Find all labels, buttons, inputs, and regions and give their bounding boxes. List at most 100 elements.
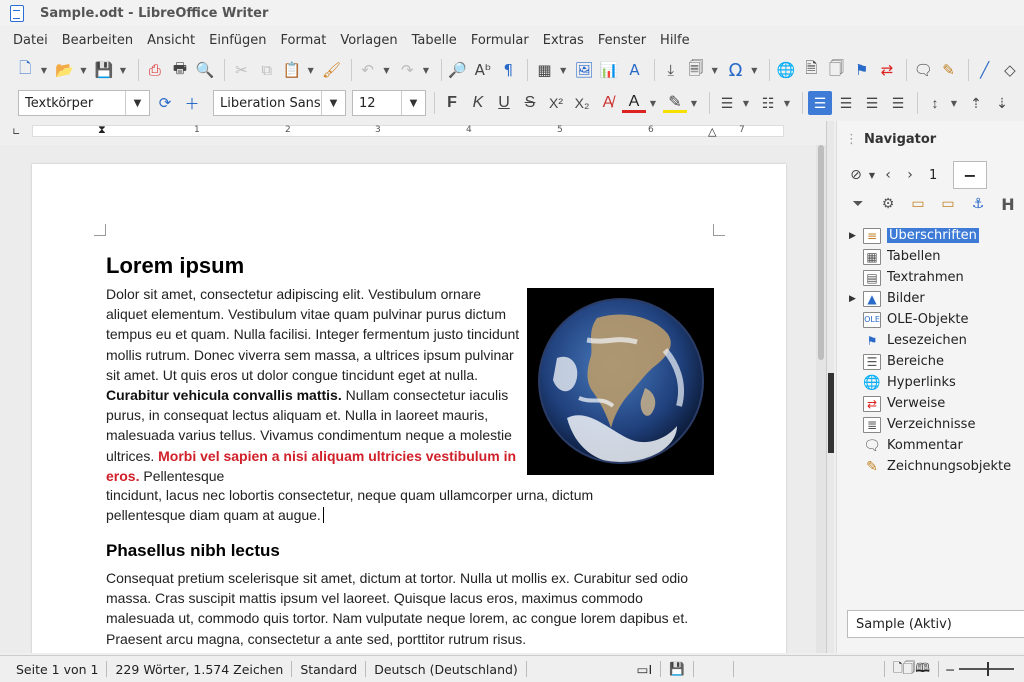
align-left-icon[interactable]: ☰ [808, 91, 832, 115]
tree-item-hyperlinks[interactable]: 🌐 Hyperlinks [849, 372, 1024, 393]
menu-bearbeiten[interactable]: Bearbeiten [55, 33, 140, 48]
previous-icon[interactable]: ‹ [877, 164, 899, 186]
copy-icon[interactable]: ⧉ [256, 58, 278, 82]
tab-stop-icon[interactable]: ∟ [12, 127, 20, 138]
document-select[interactable]: Sample (Aktiv) [847, 610, 1024, 638]
numbered-list-icon[interactable]: ☷ [756, 91, 780, 115]
insert-table-icon[interactable]: ▦ [533, 58, 555, 82]
redo-dropdown-icon[interactable]: ▼ [421, 58, 430, 82]
track-changes-icon[interactable]: ✎ [937, 58, 959, 82]
new-document-icon[interactable]: 🗋 [14, 58, 36, 82]
insert-image-icon[interactable]: 🖼 [573, 58, 595, 82]
paragraph-style-combo[interactable]: Textkörper ▼ [18, 90, 150, 116]
update-style-icon[interactable]: ⟳ [153, 91, 177, 115]
bold-icon[interactable]: F [440, 91, 464, 115]
heading-phasellus[interactable]: Phasellus nibh lectus [106, 541, 280, 561]
language[interactable]: Deutsch (Deutschland) [366, 661, 527, 677]
horizontal-ruler[interactable]: ∟ ⧗ △ 1 2 3 4 5 6 7 [0, 121, 826, 143]
cross-reference-icon[interactable]: ⇄ [876, 58, 898, 82]
open-dropdown-icon[interactable]: ▼ [79, 58, 88, 82]
insert-textbox-icon[interactable]: A [623, 58, 645, 82]
chevron-down-icon[interactable]: ▼ [125, 91, 149, 115]
clone-formatting-icon[interactable]: 🖌 [320, 58, 342, 82]
menu-datei[interactable]: Datei [6, 33, 55, 48]
page-count[interactable]: Seite 1 von 1 [0, 661, 108, 677]
tree-item-headings[interactable]: ▶ ≡ Überschriften [849, 225, 1024, 246]
numbering-dropdown-icon[interactable]: ▼ [782, 91, 792, 115]
justify-icon[interactable]: ☰ [886, 91, 910, 115]
hyperlink-icon[interactable]: 🌐 [775, 58, 797, 82]
tree-item-images[interactable]: ▶ ▲ Bilder [849, 288, 1024, 309]
line-spacing-icon[interactable]: ↕ [923, 91, 947, 115]
drag-handle-icon[interactable]: ⋮ [845, 132, 858, 147]
body-paragraph-1[interactable]: Dolor sit amet, consectetur adipiscing e… [106, 284, 526, 486]
menu-hilfe[interactable]: Hilfe [653, 33, 697, 48]
tree-item-ole[interactable]: OLE OLE-Objekte [849, 309, 1024, 330]
save-dropdown-icon[interactable]: ▼ [118, 58, 127, 82]
tree-item-bookmarks[interactable]: ⚑ Lesezeichen [849, 330, 1024, 351]
menu-extras[interactable]: Extras [536, 33, 591, 48]
decrease-spacing-icon[interactable]: ⇣ [990, 91, 1014, 115]
print-icon[interactable]: 🖶 [169, 58, 191, 82]
find-replace-icon[interactable]: 🔎 [447, 58, 469, 82]
earth-image[interactable] [527, 288, 714, 475]
export-pdf-icon[interactable]: ⎙ [144, 58, 166, 82]
heading-lorem-ipsum[interactable]: Lorem ipsum [106, 253, 244, 279]
zoom-track[interactable] [959, 662, 1014, 676]
page-style[interactable]: Standard [292, 661, 367, 677]
tree-item-comments[interactable]: 🗨 Kommentar [849, 435, 1024, 456]
tree-item-frames[interactable]: ▤ Textrahmen [849, 267, 1024, 288]
page-break-icon[interactable]: ⤓ [660, 58, 682, 82]
body-paragraph-1-continued[interactable]: tincidunt, lacus nec lobortis consectetu… [106, 485, 676, 525]
word-count[interactable]: 229 Wörter, 1.574 Zeichen [107, 661, 293, 677]
digital-signature-cell[interactable] [694, 661, 734, 677]
document-scrollbar[interactable] [816, 145, 826, 653]
menu-vorlagen[interactable]: Vorlagen [333, 33, 404, 48]
print-preview-icon[interactable]: 🔍 [194, 58, 216, 82]
filter-icon[interactable]: ⏷ [845, 192, 871, 216]
menu-einfuegen[interactable]: Einfügen [202, 33, 273, 48]
tree-item-drawings[interactable]: ✎ Zeichnungsobjekte [849, 456, 1024, 477]
menu-tabelle[interactable]: Tabelle [405, 33, 464, 48]
document-modified-icon[interactable]: 💾 [661, 661, 694, 677]
subscript-icon[interactable]: X₂ [570, 91, 594, 115]
tree-item-references[interactable]: ⇄ Verweise [849, 393, 1024, 414]
insert-line-icon[interactable]: ╱ [974, 58, 996, 82]
font-size-combo[interactable]: 12 ▼ [352, 90, 426, 116]
special-char-dropdown-icon[interactable]: ▼ [750, 58, 759, 82]
bullet-list-icon[interactable]: ☰ [715, 91, 739, 115]
next-icon[interactable]: › [899, 164, 921, 186]
document-page[interactable]: Lorem ipsum Dolor sit amet, consectetur … [32, 164, 786, 653]
spelling-icon[interactable]: Aᵇ [472, 58, 494, 82]
indent-marker-icon[interactable]: ⧗ [98, 123, 106, 137]
basic-shapes-icon[interactable]: ◇ [999, 58, 1021, 82]
endnote-icon[interactable]: 🗍 [825, 58, 847, 82]
undo-icon[interactable]: ↶ [357, 58, 379, 82]
field-dropdown-icon[interactable]: ▼ [710, 58, 719, 82]
strikethrough-icon[interactable]: S [518, 91, 542, 115]
menu-fenster[interactable]: Fenster [591, 33, 653, 48]
page-number-stepper[interactable]: − [953, 161, 987, 189]
selection-mode-icon[interactable]: ▭I [629, 661, 662, 677]
tree-item-sections[interactable]: ☰ Bereiche [849, 351, 1024, 372]
tree-item-tables[interactable]: ▦ Tabellen [849, 246, 1024, 267]
bullets-dropdown-icon[interactable]: ▼ [741, 91, 751, 115]
italic-icon[interactable]: K [466, 91, 490, 115]
navigate-by-dropdown-icon[interactable]: ▼ [867, 164, 877, 186]
anchor-icon[interactable]: ⚓ [965, 192, 991, 216]
chevron-down-icon[interactable]: ▼ [321, 91, 345, 115]
highlight-dropdown-icon[interactable]: ▼ [689, 91, 699, 115]
table-dropdown-icon[interactable]: ▼ [559, 58, 568, 82]
sidebar-collapse-handle[interactable] [826, 121, 834, 653]
bookmark-icon[interactable]: ⚑ [851, 58, 873, 82]
insert-chart-icon[interactable]: 📊 [598, 58, 620, 82]
formatting-marks-icon[interactable]: ¶ [497, 58, 519, 82]
expand-arrow-icon[interactable]: ▶ [849, 231, 863, 241]
body-paragraph-2[interactable]: Consequat pretium scelerisque sit amet, … [106, 568, 711, 649]
comment-icon[interactable]: 🗨 [912, 58, 934, 82]
heading-level-icon[interactable]: H [995, 192, 1021, 216]
paste-icon[interactable]: 📋 [281, 58, 303, 82]
open-folder-icon[interactable]: 📂 [54, 58, 76, 82]
layout-single-icon[interactable]: 🗋🗍🕮 [883, 660, 939, 677]
tree-item-indexes[interactable]: ≣ Verzeichnisse [849, 414, 1024, 435]
